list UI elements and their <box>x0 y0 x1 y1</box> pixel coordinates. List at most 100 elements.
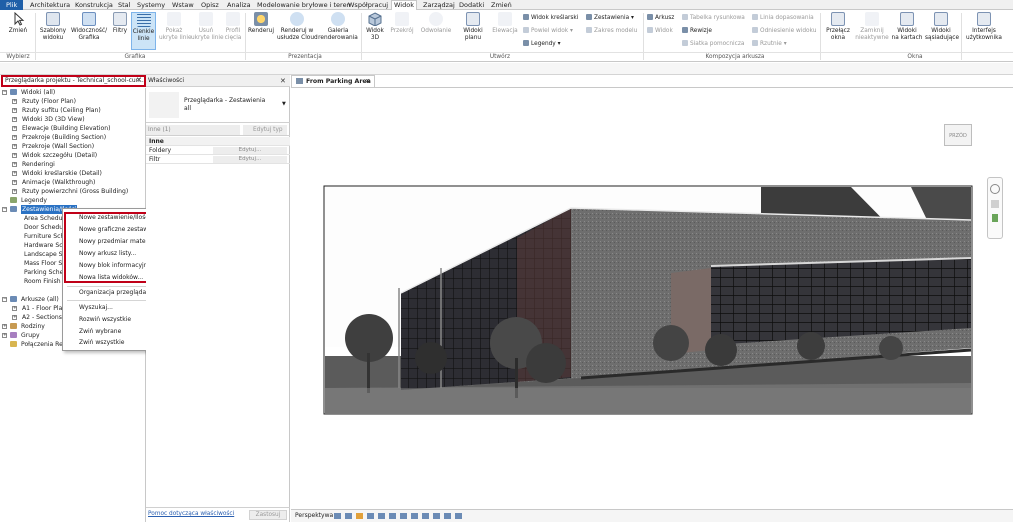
modify-button[interactable]: Zmień <box>4 11 32 35</box>
chevron-down-icon[interactable]: ▼ <box>282 101 286 107</box>
viewcube[interactable]: PRZÓD <box>944 124 972 146</box>
menu-tab-analyze[interactable]: Analiza <box>225 1 253 10</box>
scope-box-button[interactable]: Zakres modelu <box>586 27 637 35</box>
menu-tab-modify[interactable]: Zmień <box>489 1 514 10</box>
menu-tab-massing[interactable]: Modelowanie bryłowe i teren <box>255 1 353 10</box>
expand-icon[interactable]: + <box>12 135 17 140</box>
expand-icon[interactable]: + <box>12 180 17 185</box>
close-icon[interactable]: ✕ <box>136 76 142 84</box>
close-inactive-button[interactable]: Zamknij nieaktywne <box>855 12 889 41</box>
remove-hidden-lines-button[interactable]: Usuń ukryte linie <box>191 12 224 41</box>
3d-view-button[interactable]: Widok 3D <box>363 12 387 41</box>
plan-views-button[interactable]: Widoki planu <box>460 12 486 41</box>
expand-icon[interactable]: + <box>12 153 17 158</box>
title-block-button[interactable]: Tabelka rysunkowa <box>682 14 745 22</box>
menu-tab-steel[interactable]: Stal <box>116 1 132 10</box>
menu-item-expand-all[interactable]: Rozwiń wszystkie <box>79 315 131 324</box>
expand-icon[interactable]: + <box>2 333 7 338</box>
render-cloud-button[interactable]: Renderuj w usłudze Cloud <box>277 12 318 41</box>
expand-icon[interactable]: + <box>12 117 17 122</box>
visual-style-icon[interactable] <box>345 513 352 519</box>
expand-icon[interactable]: + <box>12 126 17 131</box>
sheet-button[interactable]: Arkusz <box>647 14 674 22</box>
menu-tab-systems[interactable]: Systemy <box>135 1 167 10</box>
view-canvas[interactable] <box>291 87 1013 509</box>
sun-path-icon[interactable] <box>356 513 363 519</box>
analytical-model-icon[interactable] <box>455 513 462 519</box>
expand-icon[interactable]: + <box>12 189 17 194</box>
menu-tab-addins[interactable]: Dodatki <box>457 1 486 10</box>
render-button[interactable]: Renderuj <box>247 12 275 35</box>
expand-icon[interactable]: + <box>12 162 17 167</box>
group-select[interactable]: Wybierz <box>2 54 34 60</box>
view-reference-button[interactable]: Odniesienie widoku <box>752 27 816 35</box>
switch-windows-button[interactable]: Przełącz okna <box>823 12 853 41</box>
menu-tab-insert[interactable]: Wstaw <box>170 1 196 10</box>
expand-icon[interactable]: + <box>12 306 17 311</box>
menu-tab-structure[interactable]: Konstrukcja <box>73 1 115 10</box>
collapse-icon[interactable]: − <box>2 207 7 212</box>
view-tab[interactable]: From Parking Area ✕ <box>291 75 375 87</box>
reveal-hidden-icon[interactable] <box>433 513 440 519</box>
elevation-button[interactable]: Elewacja <box>490 12 520 35</box>
navigation-bar[interactable] <box>987 177 1003 239</box>
tab-views-button[interactable]: Widoki na kartach <box>891 12 923 41</box>
callout-button[interactable]: Odwołanie <box>419 12 453 35</box>
close-icon[interactable]: ✕ <box>280 77 286 85</box>
expand-icon[interactable]: + <box>12 144 17 149</box>
thin-lines-button[interactable]: Cienkie linie <box>131 12 156 50</box>
zoom-icon[interactable] <box>991 200 999 208</box>
edit-button[interactable]: Edytuj... <box>213 147 287 154</box>
render-gallery-button[interactable]: Galeria renderowania <box>318 12 358 41</box>
menu-tab-file[interactable]: Plik <box>0 0 24 10</box>
menu-item-search[interactable]: Wyszukaj... <box>79 303 113 312</box>
type-selector[interactable]: Przeglądarka - Zestawienia all ▼ <box>146 87 290 123</box>
collapse-icon[interactable]: − <box>2 90 7 95</box>
close-icon[interactable]: ✕ <box>365 76 370 87</box>
properties-help-link[interactable]: Pomoc dotycząca właściwości <box>148 511 234 517</box>
guide-grid-button[interactable]: Siatka pomocnicza <box>682 40 744 48</box>
drafting-view-button[interactable]: Widok kreślarski <box>523 14 578 22</box>
collapse-icon[interactable]: − <box>2 297 7 302</box>
zoom-region-icon[interactable] <box>992 214 998 222</box>
expand-icon[interactable]: + <box>2 324 7 329</box>
show-crop-region-icon[interactable] <box>400 513 407 519</box>
view-templates-button[interactable]: Szablony widoku <box>38 12 68 41</box>
worksharing-display-icon[interactable] <box>444 513 451 519</box>
menu-tab-architecture[interactable]: Architektura <box>28 1 72 10</box>
instance-filter[interactable]: Inne (1) Edytuj typ <box>146 124 290 136</box>
user-interface-button[interactable]: Interfejs użytkownika <box>964 12 1004 41</box>
lock-view-icon[interactable] <box>411 513 418 519</box>
edit-type-button[interactable]: Edytuj typ <box>243 125 287 135</box>
viewports-button[interactable]: Rzutnie ▾ <box>752 40 787 48</box>
menu-tab-collaborate[interactable]: Współpracuj <box>346 1 390 10</box>
cut-profile-button[interactable]: Profil cięcia <box>223 12 243 41</box>
shadows-icon[interactable] <box>367 513 374 519</box>
apply-button[interactable]: Zastosuj <box>249 510 287 520</box>
schedules-button[interactable]: Zestawienia ▾ <box>586 14 634 22</box>
legends-button[interactable]: Legendy ▾ <box>523 40 561 48</box>
place-view-button[interactable]: Widok <box>647 27 673 35</box>
menu-tab-annotate[interactable]: Opisz <box>199 1 221 10</box>
matchline-button[interactable]: Linia dopasowania <box>752 14 814 22</box>
menu-tab-manage[interactable]: Zarządzaj <box>421 1 457 10</box>
temporary-hide-icon[interactable] <box>422 513 429 519</box>
filters-button[interactable]: Filtry <box>110 12 130 35</box>
expand-icon[interactable]: + <box>12 108 17 113</box>
section-button[interactable]: Przekrój <box>389 12 415 35</box>
steering-wheel-icon[interactable] <box>990 184 1000 194</box>
revisions-button[interactable]: Rewizje <box>682 27 712 35</box>
menu-item-collapse-selected[interactable]: Zwiń wybrane <box>79 327 121 336</box>
graphic-display-icon[interactable] <box>334 513 341 519</box>
show-hidden-lines-button[interactable]: Pokaż ukryte linie <box>159 12 192 41</box>
menu-item-collapse-all[interactable]: Zwiń wszystkie <box>79 338 124 347</box>
tile-views-button[interactable]: Widoki sąsiadujące <box>925 12 959 41</box>
render-dialog-icon[interactable] <box>378 513 385 519</box>
expand-icon[interactable]: + <box>12 171 17 176</box>
expand-icon[interactable]: + <box>12 315 17 320</box>
expand-icon[interactable]: + <box>12 99 17 104</box>
visibility-graphics-button[interactable]: Widoczność/Grafika <box>71 12 107 41</box>
crop-view-icon[interactable] <box>389 513 396 519</box>
duplicate-view-button[interactable]: Powiel widok ▾ <box>523 27 573 35</box>
edit-button[interactable]: Edytuj... <box>213 156 287 163</box>
